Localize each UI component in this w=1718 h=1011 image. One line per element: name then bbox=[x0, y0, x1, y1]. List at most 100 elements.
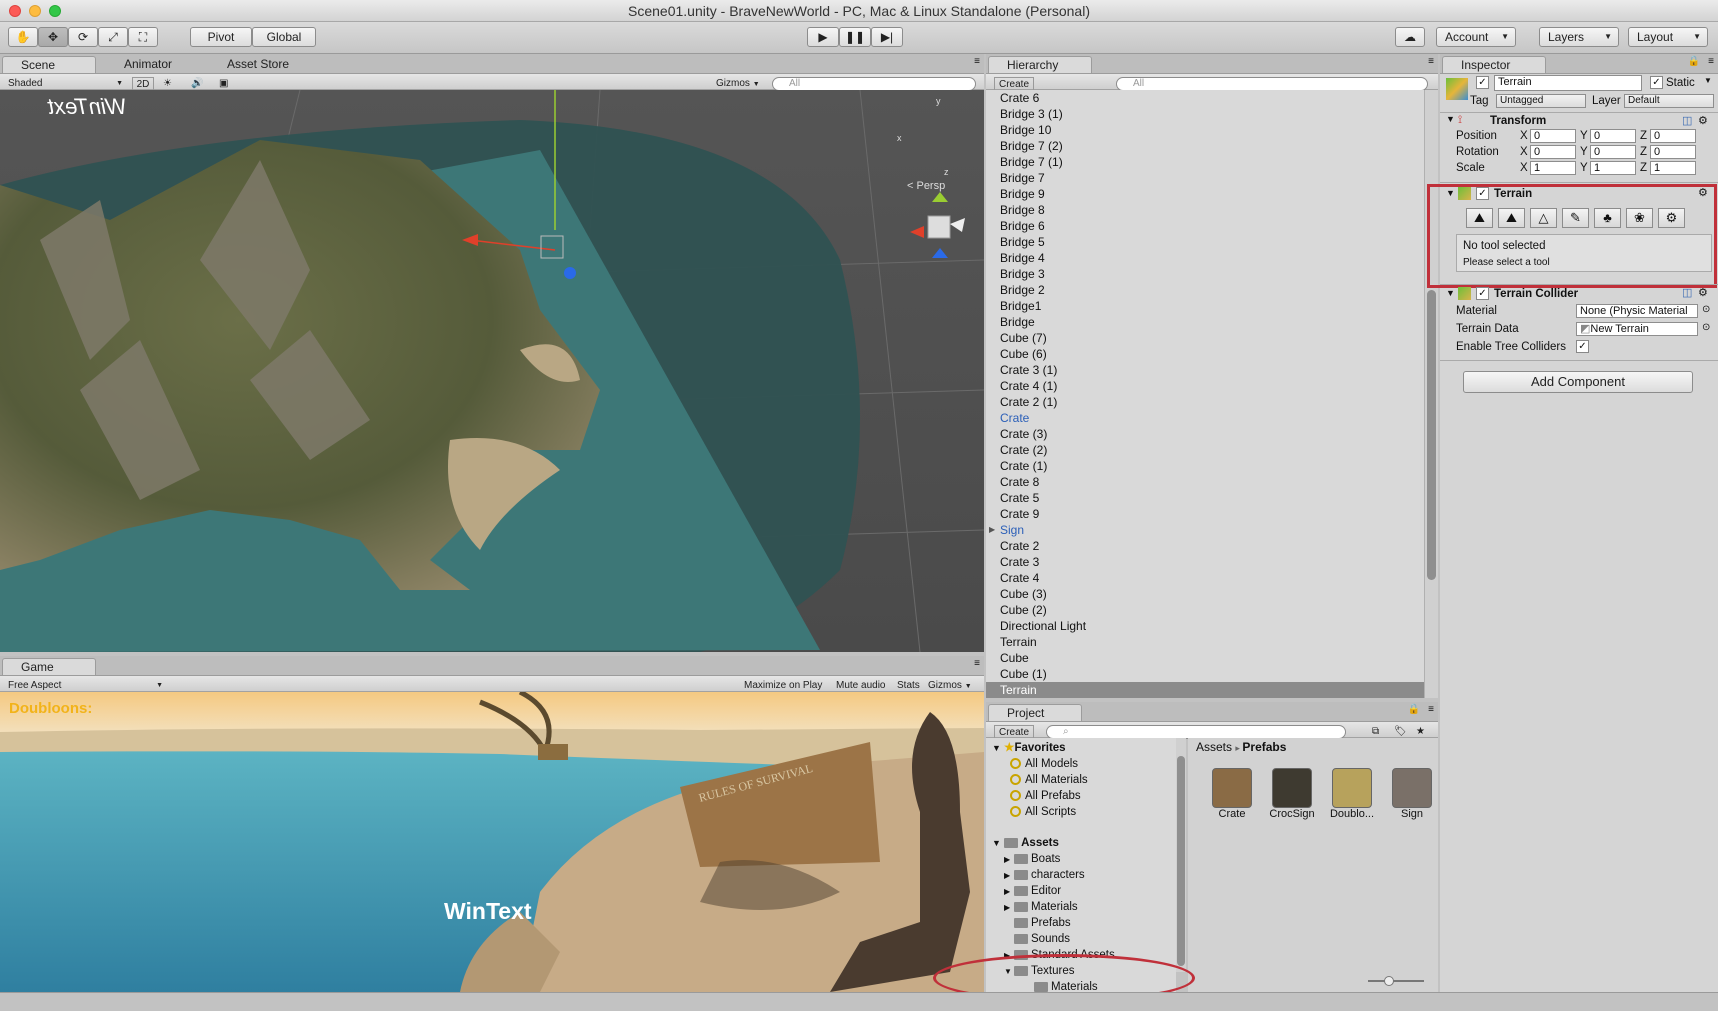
hierarchy-item[interactable]: Bridge 4 bbox=[986, 250, 1424, 266]
lock-icon[interactable]: 🔒 bbox=[1408, 704, 1420, 715]
help-icon[interactable]: ◫ bbox=[1682, 114, 1692, 127]
shading-dropdown[interactable]: Shaded ▼ bbox=[8, 77, 123, 91]
filter-type-icon[interactable]: ⧉ bbox=[1372, 725, 1379, 739]
hierarchy-item[interactable]: Crate 6 bbox=[986, 90, 1424, 106]
hierarchy-item[interactable]: Crate 3 (1) bbox=[986, 362, 1424, 378]
game-viewport[interactable]: RULES OF SURVIVAL Doubloons: WinText bbox=[0, 692, 984, 992]
hierarchy-scrollbar[interactable] bbox=[1424, 90, 1438, 698]
chevron-right-icon[interactable]: ▶ bbox=[1004, 900, 1014, 916]
favorite-item[interactable]: All Prefabs bbox=[1010, 788, 1176, 804]
close-window-button[interactable] bbox=[9, 5, 21, 17]
lock-icon[interactable]: 🔒 bbox=[1688, 56, 1700, 67]
scene-viewport[interactable]: WinText y x z < Persp bbox=[0, 90, 984, 652]
terrain-data-field[interactable]: ◩New Terrain bbox=[1576, 322, 1698, 336]
hierarchy-item[interactable]: Bridge 3 (1) bbox=[986, 106, 1424, 122]
favorites-section[interactable]: ▼ ★Favorites bbox=[992, 740, 1176, 756]
folder-item[interactable]: Sounds bbox=[1004, 931, 1176, 947]
tab-scene[interactable]: Scene bbox=[2, 56, 96, 73]
expand-arrow-icon[interactable]: ▶ bbox=[989, 522, 995, 538]
favorite-item[interactable]: All Scripts bbox=[1010, 804, 1176, 820]
panel-menu-icon[interactable]: ≡ bbox=[1708, 56, 1714, 67]
chevron-down-icon[interactable]: ▼ bbox=[992, 838, 1001, 848]
hierarchy-item[interactable]: Crate 2 bbox=[986, 538, 1424, 554]
layers-dropdown[interactable]: Layers ▼ bbox=[1539, 27, 1619, 47]
step-button[interactable]: ▶| bbox=[871, 27, 903, 47]
transform-y-field[interactable]: 0 bbox=[1590, 145, 1636, 159]
tab-hierarchy[interactable]: Hierarchy bbox=[988, 56, 1092, 73]
global-toggle[interactable]: Global bbox=[252, 27, 316, 47]
aspect-dropdown[interactable]: Free Aspect ▼ bbox=[8, 679, 163, 693]
transform-z-field[interactable]: 0 bbox=[1650, 145, 1696, 159]
hierarchy-item[interactable]: ▶ Sign bbox=[986, 522, 1424, 538]
panel-menu-icon[interactable]: ≡ bbox=[974, 658, 980, 669]
minimize-window-button[interactable] bbox=[29, 5, 41, 17]
persp-label[interactable]: < Persp bbox=[907, 180, 945, 192]
asset-crocsign[interactable]: CrocSign bbox=[1262, 768, 1322, 820]
hierarchy-item[interactable]: Bridge 7 (2) bbox=[986, 138, 1424, 154]
panel-menu-icon[interactable]: ≡ bbox=[974, 56, 980, 67]
chevron-right-icon[interactable]: ▶ bbox=[1004, 868, 1014, 884]
tab-animator[interactable]: Animator bbox=[106, 56, 200, 73]
chevron-right-icon[interactable] bbox=[1004, 916, 1014, 932]
project-create-button[interactable]: Create ▼ bbox=[994, 725, 1034, 750]
favorite-item[interactable]: All Models bbox=[1010, 756, 1176, 772]
material-field[interactable]: None (Physic Material bbox=[1576, 304, 1698, 318]
panel-menu-icon[interactable]: ≡ bbox=[1428, 56, 1434, 67]
hierarchy-item[interactable]: Bridge1 bbox=[986, 298, 1424, 314]
account-dropdown[interactable]: Account ▼ bbox=[1436, 27, 1516, 47]
transform-y-field[interactable]: 0 bbox=[1590, 129, 1636, 143]
project-search-input[interactable]: ⌕ bbox=[1046, 725, 1346, 739]
folder-item[interactable]: Prefabs bbox=[1004, 915, 1176, 931]
hierarchy-create-button[interactable]: Create ▼ bbox=[994, 77, 1034, 102]
hierarchy-search-input[interactable]: All bbox=[1116, 77, 1428, 91]
object-picker-icon[interactable]: ⊙ bbox=[1702, 322, 1710, 333]
object-picker-icon[interactable]: ⊙ bbox=[1702, 304, 1710, 315]
filter-label-icon[interactable]: 🏷 bbox=[1394, 725, 1407, 739]
hierarchy-item[interactable]: Crate 2 (1) bbox=[986, 394, 1424, 410]
hierarchy-item[interactable]: Terrain bbox=[986, 682, 1424, 698]
tree-colliders-checkbox[interactable]: ✓ bbox=[1576, 340, 1589, 353]
chevron-right-icon[interactable] bbox=[1004, 932, 1014, 948]
chevron-down-icon[interactable]: ▼ bbox=[992, 743, 1001, 753]
hierarchy-item[interactable]: Crate (3) bbox=[986, 426, 1424, 442]
panel-menu-icon[interactable]: ≡ bbox=[1428, 704, 1434, 715]
hierarchy-item[interactable]: Cube (3) bbox=[986, 586, 1424, 602]
hierarchy-item[interactable]: Crate 8 bbox=[986, 474, 1424, 490]
hierarchy-item[interactable]: Bridge 3 bbox=[986, 266, 1424, 282]
scale-tool-button[interactable]: ⤢ bbox=[98, 27, 128, 47]
effects-icon[interactable]: ▣ bbox=[219, 77, 228, 91]
hierarchy-item[interactable]: Crate bbox=[986, 410, 1424, 426]
folder-item[interactable]: ▶ Materials bbox=[1004, 899, 1176, 915]
transform-y-field[interactable]: 1 bbox=[1590, 161, 1636, 175]
hierarchy-item[interactable]: Cube bbox=[986, 650, 1424, 666]
hand-tool-button[interactable]: ✋ bbox=[8, 27, 38, 47]
collapse-collider-icon[interactable]: ▼ bbox=[1446, 288, 1455, 298]
hierarchy-item[interactable]: Cube (2) bbox=[986, 602, 1424, 618]
hierarchy-item[interactable]: Cube (1) bbox=[986, 666, 1424, 682]
asset-crate[interactable]: Crate bbox=[1202, 768, 1262, 820]
tab-asset-store[interactable]: Asset Store bbox=[209, 56, 309, 73]
folder-item[interactable]: ▶ characters bbox=[1004, 867, 1176, 883]
folder-item[interactable]: ▶ Boats bbox=[1004, 851, 1176, 867]
chevron-down-icon[interactable]: ▼ bbox=[1704, 76, 1712, 85]
lighting-icon[interactable]: ☀ bbox=[163, 77, 172, 91]
maximize-on-play-toggle[interactable]: Maximize on Play bbox=[744, 679, 822, 693]
game-gizmos-dropdown[interactable]: Gizmos ▼ bbox=[928, 679, 972, 693]
transform-z-field[interactable]: 0 bbox=[1650, 129, 1696, 143]
mode-2d-toggle[interactable]: 2D bbox=[132, 77, 154, 91]
layout-dropdown[interactable]: Layout ▼ bbox=[1628, 27, 1708, 47]
add-component-button[interactable]: Add Component bbox=[1463, 371, 1693, 393]
transform-z-field[interactable]: 1 bbox=[1650, 161, 1696, 175]
breadcrumb-prefabs[interactable]: Prefabs bbox=[1242, 740, 1286, 754]
rect-tool-button[interactable]: ⛶ bbox=[128, 27, 158, 47]
z-axis-handle[interactable] bbox=[564, 267, 576, 279]
asset-sign[interactable]: Sign bbox=[1382, 768, 1442, 820]
mute-audio-toggle[interactable]: Mute audio bbox=[836, 679, 885, 693]
audio-icon[interactable]: 🔊 bbox=[191, 77, 203, 91]
hierarchy-item[interactable]: Crate (2) bbox=[986, 442, 1424, 458]
favorite-item[interactable]: All Materials bbox=[1010, 772, 1176, 788]
hierarchy-item[interactable]: Bridge bbox=[986, 314, 1424, 330]
stats-toggle[interactable]: Stats bbox=[897, 679, 920, 693]
gear-icon[interactable]: ⚙ bbox=[1698, 286, 1708, 299]
hierarchy-item[interactable]: Bridge 6 bbox=[986, 218, 1424, 234]
